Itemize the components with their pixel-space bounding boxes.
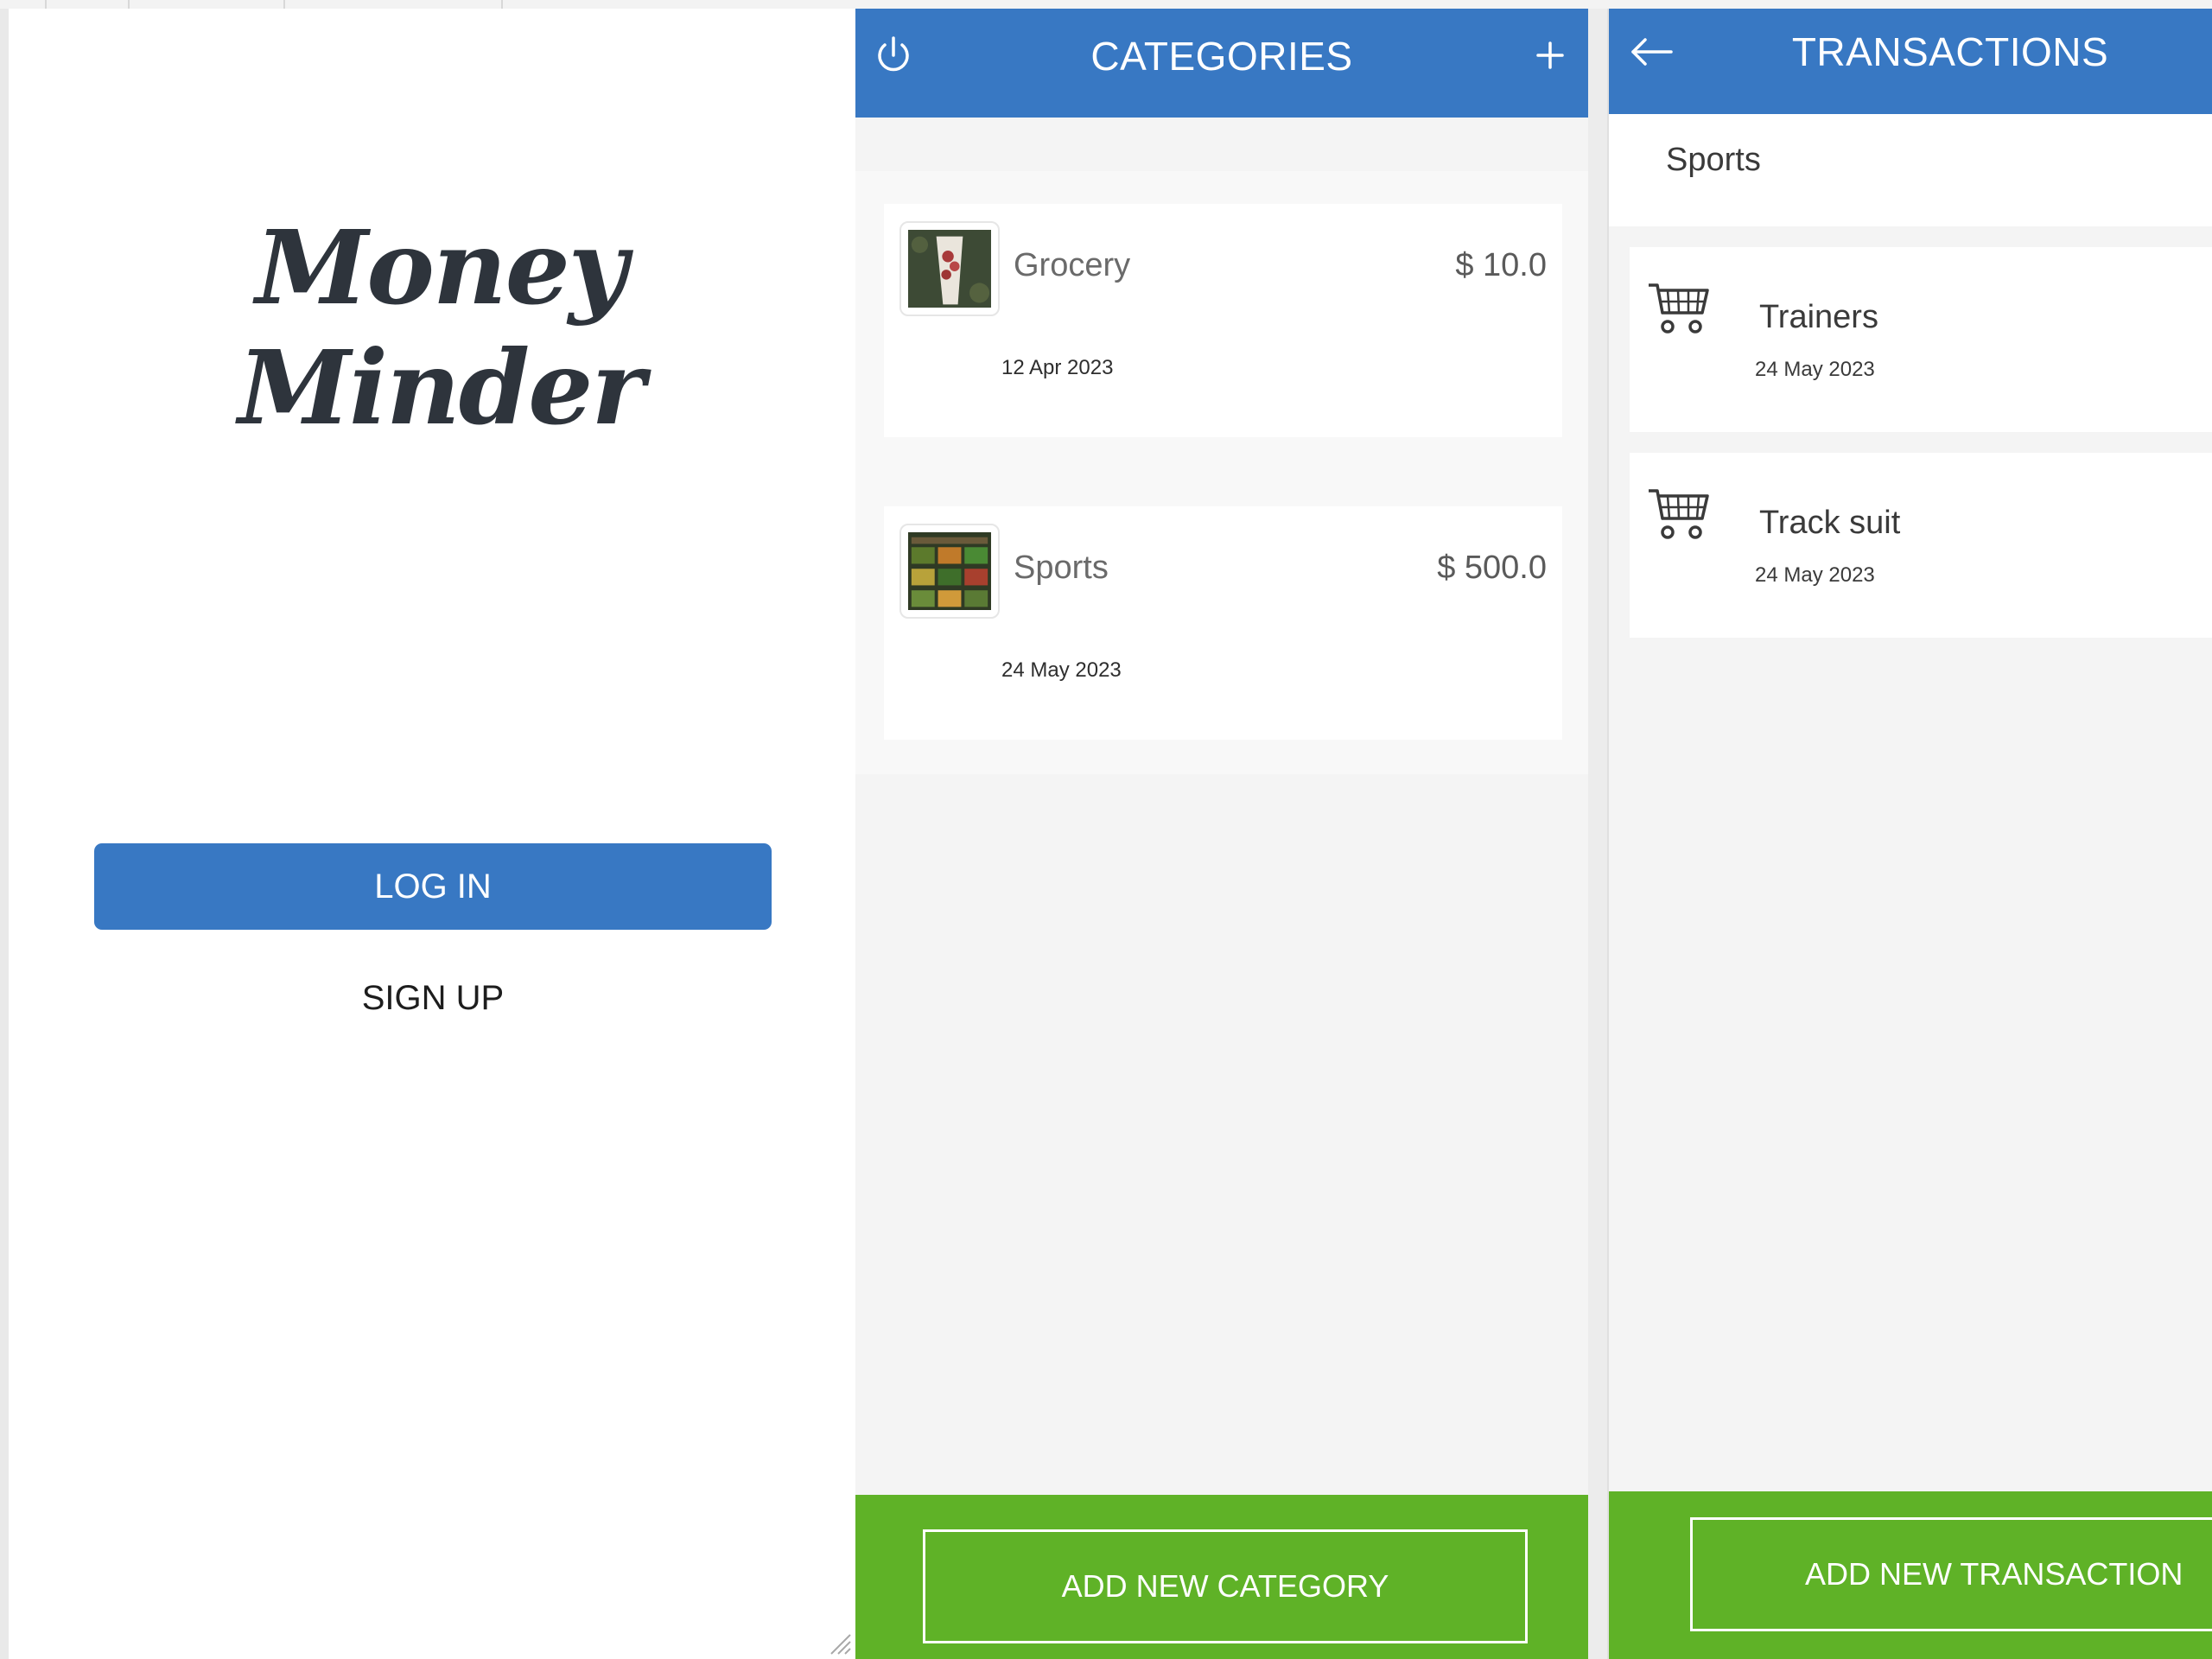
produce-shelf-photo bbox=[908, 532, 991, 611]
category-name: Grocery bbox=[1014, 247, 1131, 283]
add-transaction-button[interactable]: ADD NEW TRANSACTION bbox=[1690, 1517, 2212, 1631]
transaction-date: 24 May 2023 bbox=[1755, 563, 1875, 587]
flowers-photo bbox=[908, 230, 991, 308]
app-logo: Money Minder bbox=[238, 207, 645, 448]
transaction-item[interactable]: Track suit 24 May 2023 bbox=[1630, 453, 2212, 638]
page-title: TRANSACTIONS bbox=[1791, 29, 2109, 74]
selected-category-name: Sports bbox=[1666, 142, 1761, 178]
transactions-header: TRANSACTIONS bbox=[1609, 9, 2212, 114]
resize-grip-icon[interactable] bbox=[826, 1630, 852, 1656]
login-button[interactable]: LOG IN bbox=[94, 843, 772, 930]
selected-category-bar: Sports bbox=[1609, 114, 2212, 226]
category-date: 24 May 2023 bbox=[1001, 658, 1122, 682]
app-composite: Money Minder LOG IN SIGN UP CATEGORIES G… bbox=[0, 0, 2212, 1659]
signup-button[interactable]: SIGN UP bbox=[94, 968, 772, 1028]
transactions-footer: ADD NEW TRANSACTION bbox=[1609, 1491, 2212, 1659]
tab-segment bbox=[0, 0, 47, 9]
tab-segment bbox=[283, 0, 503, 9]
category-thumbnail bbox=[899, 221, 1000, 316]
transaction-date: 24 May 2023 bbox=[1755, 358, 1875, 381]
plus-icon[interactable] bbox=[1526, 31, 1574, 79]
categories-screen: CATEGORIES Grocery $ 10.0 12 Apr 2023 Sp… bbox=[855, 9, 1588, 1659]
page-title: CATEGORIES bbox=[1090, 34, 1353, 79]
transaction-name: Track suit bbox=[1759, 505, 1901, 541]
cart-icon bbox=[1649, 283, 1709, 334]
category-card-grocery[interactable]: Grocery $ 10.0 12 Apr 2023 bbox=[884, 204, 1562, 437]
add-category-button[interactable]: ADD NEW CATEGORY bbox=[923, 1529, 1528, 1643]
category-amount: $ 500.0 bbox=[1437, 550, 1547, 586]
categories-header: CATEGORIES bbox=[855, 9, 1588, 118]
cart-icon bbox=[1649, 489, 1709, 539]
category-list: Grocery $ 10.0 12 Apr 2023 Sports $ 500.… bbox=[855, 171, 1588, 774]
window-top-strip bbox=[0, 0, 2212, 9]
category-name: Sports bbox=[1014, 550, 1109, 586]
category-thumbnail bbox=[899, 524, 1000, 619]
login-screen: Money Minder LOG IN SIGN UP bbox=[0, 9, 855, 1659]
category-card-sports[interactable]: Sports $ 500.0 24 May 2023 bbox=[884, 506, 1562, 740]
category-date: 12 Apr 2023 bbox=[1001, 356, 1114, 379]
tab-segment bbox=[45, 0, 130, 9]
tab-segment bbox=[128, 0, 285, 9]
transaction-item[interactable]: Trainers 24 May 2023 bbox=[1630, 247, 2212, 432]
category-amount: $ 10.0 bbox=[1455, 247, 1547, 283]
transactions-screen: TRANSACTIONS Sports Trainers 24 May 2023 bbox=[1607, 9, 2212, 1659]
transaction-name: Trainers bbox=[1759, 299, 1878, 335]
categories-footer: ADD NEW CATEGORY bbox=[855, 1495, 1588, 1659]
